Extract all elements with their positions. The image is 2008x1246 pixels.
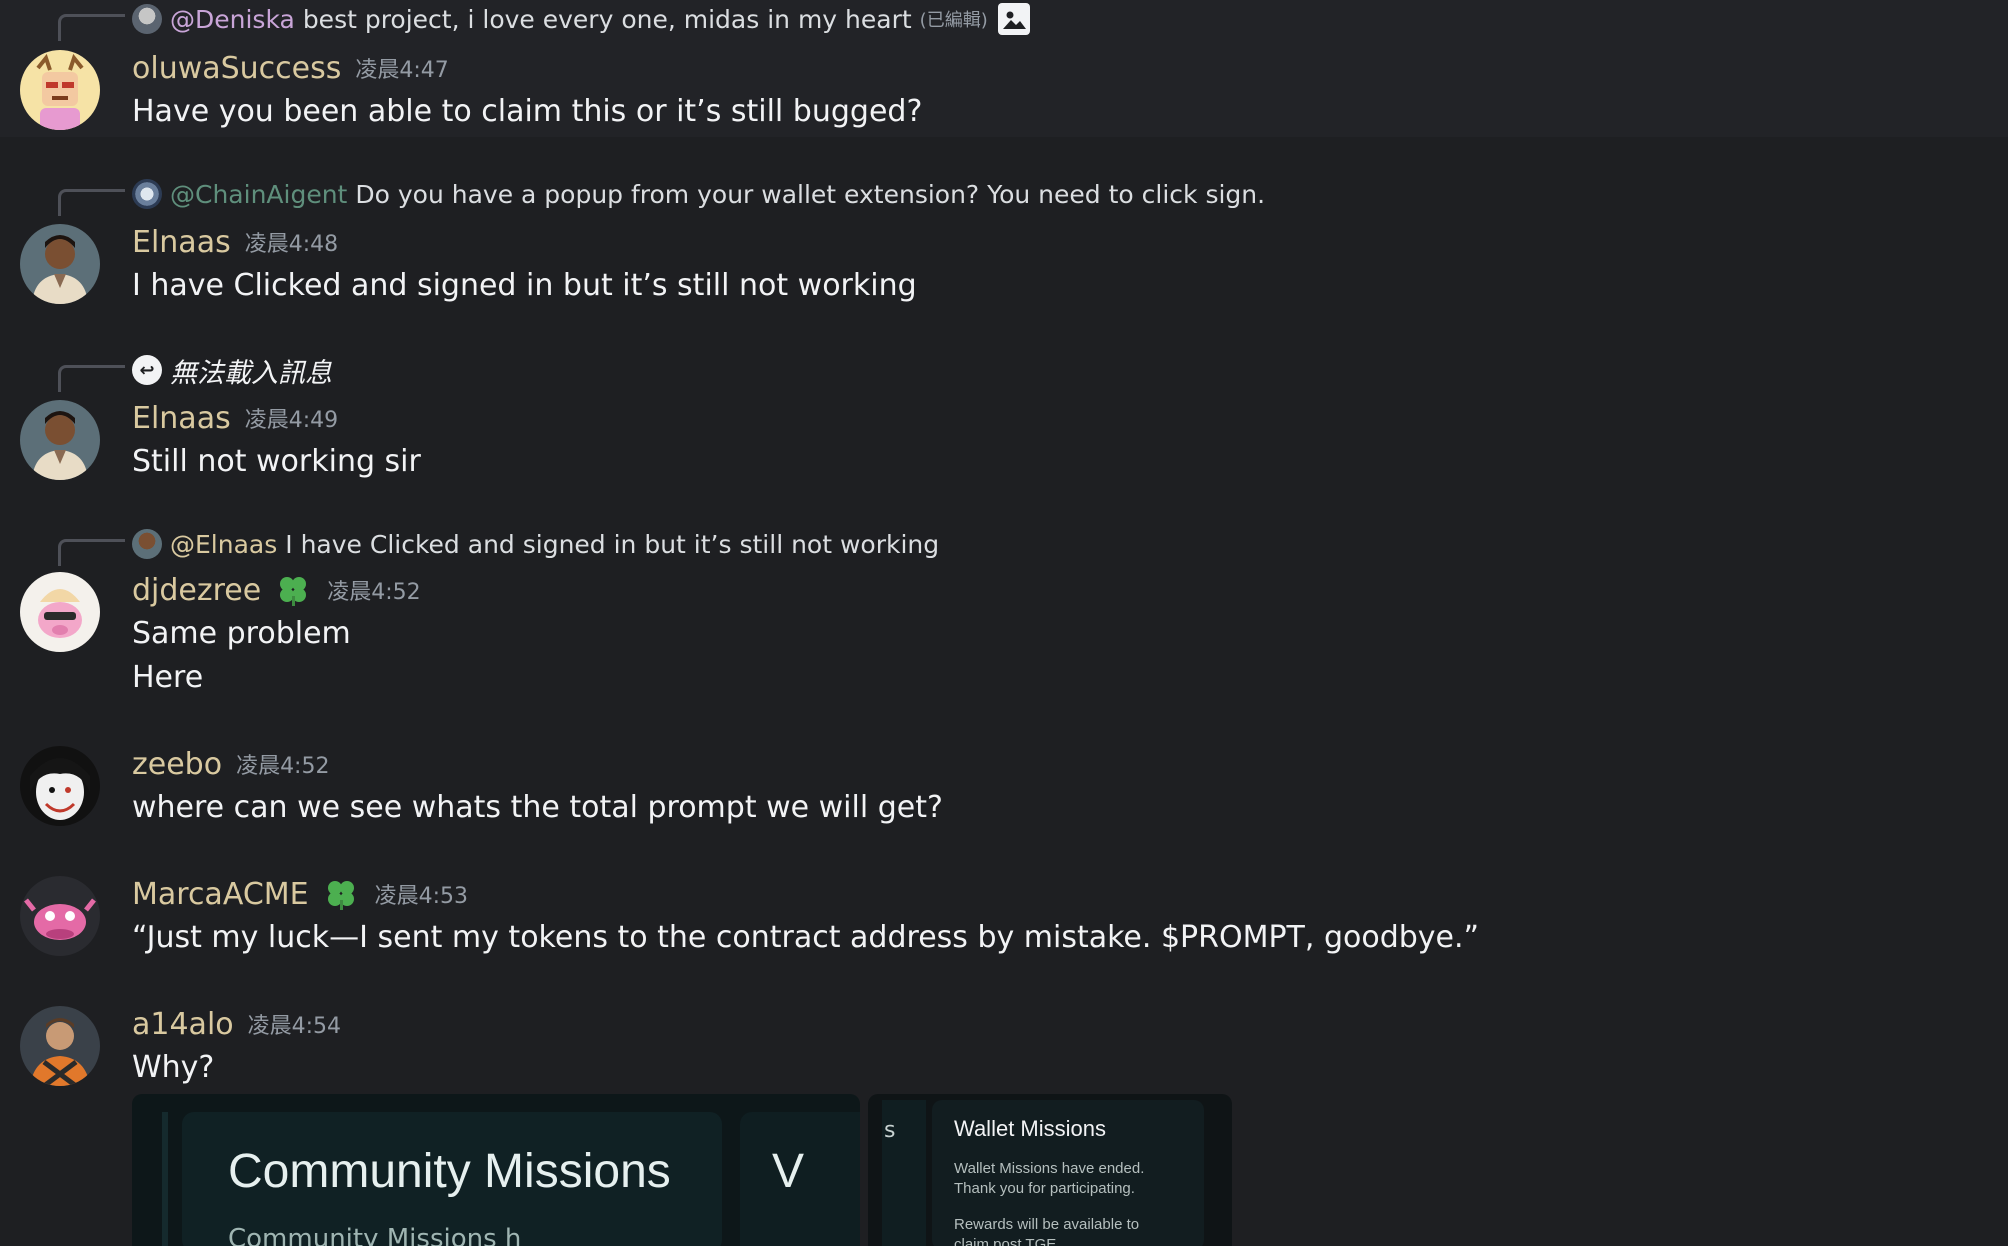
- reply-connector: [58, 539, 125, 566]
- wallet-missions-line: Thank you for participating.: [954, 1180, 1135, 1197]
- timestamp[interactable]: 凌晨4:47: [355, 52, 448, 84]
- message-header: oluwaSuccess 凌晨4:47: [132, 48, 449, 88]
- message-header: MarcaACME 凌晨4:53: [132, 874, 468, 914]
- second-card: V W: [740, 1112, 860, 1246]
- wallet-missions-line: Rewards will be available to: [954, 1216, 1140, 1233]
- message-text: Same problem: [132, 616, 351, 651]
- timestamp[interactable]: 凌晨4:52: [236, 748, 329, 780]
- reply-text: I have Clicked and signed in but it’s st…: [285, 529, 940, 559]
- timestamp[interactable]: 凌晨4:54: [248, 1008, 341, 1040]
- card-edge: [162, 1112, 168, 1246]
- reply-preview[interactable]: @ChainAigent Do you have a popup from yo…: [132, 177, 1265, 211]
- username[interactable]: Elnaas: [132, 225, 231, 260]
- reply-preview[interactable]: ↩ 無法載入訊息: [132, 353, 332, 389]
- second-card-title: V: [772, 1145, 805, 1198]
- reply-avatar: [132, 529, 162, 559]
- reply-avatar: [132, 4, 162, 34]
- message-text: Still not working sir: [132, 444, 421, 479]
- avatar[interactable]: [20, 572, 100, 652]
- avatar[interactable]: [20, 400, 100, 480]
- username[interactable]: oluwaSuccess: [132, 51, 341, 86]
- username[interactable]: a14alo: [132, 1007, 234, 1042]
- timestamp[interactable]: 凌晨4:52: [327, 574, 420, 606]
- message-header: djdezree 凌晨4:52: [132, 570, 421, 610]
- wallet-missions-line: claim post TGE: [954, 1236, 1057, 1246]
- timestamp[interactable]: 凌晨4:48: [245, 226, 338, 258]
- message-elnaas-2[interactable]: ↩ 無法載入訊息 Elnaas 凌晨4:49 Still not working…: [0, 346, 2008, 486]
- timestamp[interactable]: 凌晨4:49: [245, 402, 338, 434]
- reply-connector: [58, 189, 125, 216]
- message-djdezree[interactable]: @Elnaas I have Clicked and signed in but…: [0, 520, 2008, 700]
- reply-mention[interactable]: @ChainAigent: [170, 180, 347, 209]
- image-attachment-icon: [997, 3, 1030, 35]
- username[interactable]: MarcaACME: [132, 877, 309, 912]
- avatar[interactable]: [20, 1006, 100, 1086]
- message-elnaas-1[interactable]: @ChainAigent Do you have a popup from yo…: [0, 170, 2008, 310]
- image-attachment-wallet-missions[interactable]: s Wallet Missions Wallet Missions have e…: [868, 1094, 1232, 1246]
- reply-unavailable-text: 無法載入訊息: [170, 357, 332, 389]
- reply-mention[interactable]: @Elnaas: [170, 530, 277, 559]
- message-header: a14alo 凌晨4:54: [132, 1004, 341, 1044]
- message-oluwasuccess[interactable]: @Deniska best project, i love every one,…: [0, 0, 2008, 137]
- message-marcaacme[interactable]: MarcaACME 凌晨4:53 “Just my luck—I sent my…: [0, 870, 2008, 970]
- reply-arrow-icon: ↩: [132, 355, 162, 385]
- avatar[interactable]: [20, 876, 100, 956]
- reply-text: best project, i love every one, midas in…: [302, 4, 912, 34]
- avatar[interactable]: [20, 224, 100, 304]
- reply-text: Do you have a popup from your wallet ext…: [355, 179, 1266, 209]
- username[interactable]: djdezree: [132, 573, 261, 608]
- community-missions-title: Community Missions: [228, 1145, 671, 1198]
- username[interactable]: Elnaas: [132, 401, 231, 436]
- reply-connector: [58, 14, 125, 41]
- clover-badge-icon[interactable]: [275, 572, 311, 608]
- reply-mention[interactable]: @Deniska: [170, 5, 295, 34]
- avatar[interactable]: [20, 50, 100, 130]
- message-text: Why?: [132, 1050, 215, 1085]
- message-zeebo[interactable]: zeebo 凌晨4:52 where can we see whats the …: [0, 740, 2008, 840]
- timestamp[interactable]: 凌晨4:53: [375, 878, 468, 910]
- side-letter: s: [884, 1118, 896, 1143]
- message-header: zeebo 凌晨4:52: [132, 744, 329, 784]
- message-header: Elnaas 凌晨4:49: [132, 398, 338, 438]
- reply-preview[interactable]: @Elnaas I have Clicked and signed in but…: [132, 527, 939, 561]
- message-header: Elnaas 凌晨4:48: [132, 222, 338, 262]
- image-attachment-community-missions[interactable]: Community Missions Community Missions h …: [132, 1094, 860, 1246]
- message-text: where can we see whats the total prompt …: [132, 790, 943, 825]
- reply-connector: [58, 365, 125, 392]
- username[interactable]: zeebo: [132, 747, 222, 782]
- avatar[interactable]: [20, 746, 100, 826]
- edited-label: (已編輯): [919, 10, 988, 31]
- wallet-missions-line: Wallet Missions have ended.: [954, 1160, 1145, 1177]
- reply-avatar: [132, 179, 162, 209]
- community-missions-subtitle: Community Missions h: [228, 1224, 522, 1246]
- second-card-subtitle: W: [772, 1242, 798, 1246]
- reply-preview[interactable]: @Deniska best project, i love every one,…: [132, 2, 1030, 36]
- message-text: Here: [132, 660, 204, 695]
- message-text: I have Clicked and signed in but it’s st…: [132, 268, 917, 303]
- message-text: “Just my luck—I sent my tokens to the co…: [132, 920, 1480, 955]
- clover-badge-icon[interactable]: [323, 876, 359, 912]
- wallet-missions-title: Wallet Missions: [954, 1116, 1106, 1141]
- message-text: Have you been able to claim this or it’s…: [132, 94, 923, 129]
